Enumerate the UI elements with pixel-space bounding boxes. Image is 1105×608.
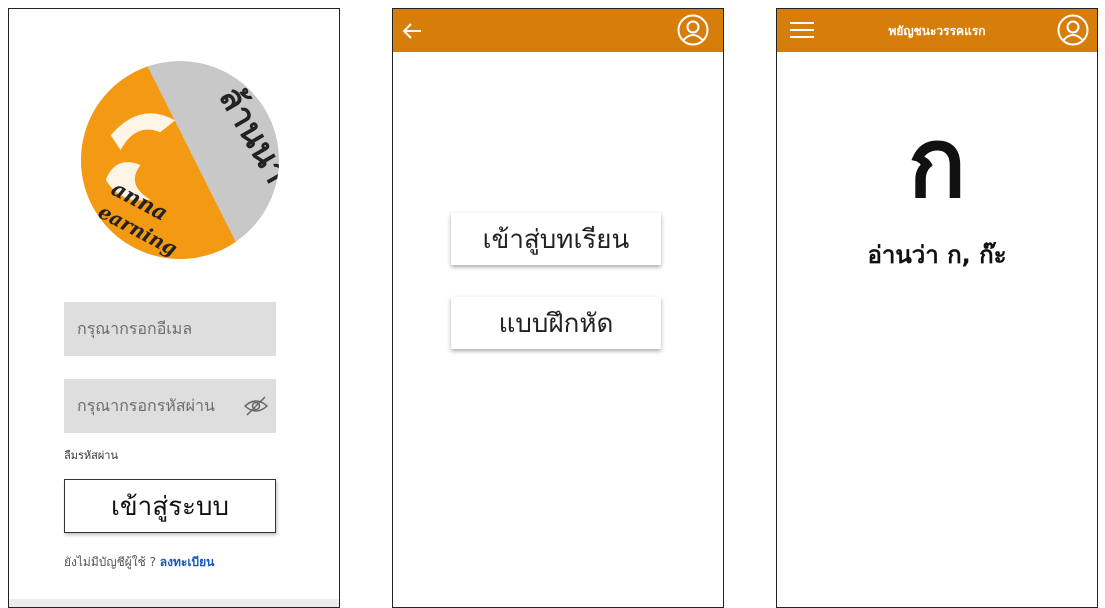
letter-header: พยัญชนะวรรคแรก — [777, 9, 1097, 52]
header-title: พยัญชนะวรรคแรก — [888, 24, 986, 38]
arrow-left-icon[interactable] — [401, 21, 423, 41]
email-field[interactable]: กรุณากรอกอีเมล — [64, 302, 276, 356]
password-placeholder: กรุณากรอกรหัสผ่าน — [77, 395, 215, 415]
password-field[interactable]: กรุณากรอกรหัสผ่าน — [64, 379, 276, 433]
bottom-strip — [9, 599, 339, 607]
letter-reading: อ่านว่า ก, ก๊ะ — [867, 241, 1007, 269]
forgot-password-link[interactable]: ลืมรหัสผ่าน — [64, 446, 118, 464]
menu-screen: เข้าสู่บทเรียน แบบฝึกหัด — [392, 8, 724, 608]
register-link[interactable]: ลงทะเบียน — [160, 555, 215, 569]
login-screen: anna earning ล้านนา กรุณากรอกอีเมล กรุณา… — [8, 8, 340, 608]
user-circle-icon[interactable] — [1057, 14, 1089, 46]
menu-header — [393, 9, 723, 52]
enter-lesson-button[interactable]: เข้าสู่บทเรียน — [451, 213, 661, 265]
no-account-text: ยังไม่มีบัญชีผู้ใช้ ? — [64, 555, 156, 569]
user-circle-icon[interactable] — [677, 14, 709, 46]
eye-slash-icon[interactable] — [243, 395, 269, 417]
register-prompt: ยังไม่มีบัญชีผู้ใช้ ? ลงทะเบียน — [64, 553, 214, 572]
email-placeholder: กรุณากรอกอีเมล — [77, 318, 193, 338]
letter-screen: พยัญชนะวรรคแรก ก อ่านว่า ก, ก๊ะ — [776, 8, 1098, 608]
exercise-button[interactable]: แบบฝึกหัด — [451, 297, 661, 349]
thai-letter: ก — [907, 107, 967, 219]
login-button[interactable]: เข้าสู่ระบบ — [64, 479, 276, 533]
app-logo: anna earning ล้านนา — [81, 61, 279, 259]
